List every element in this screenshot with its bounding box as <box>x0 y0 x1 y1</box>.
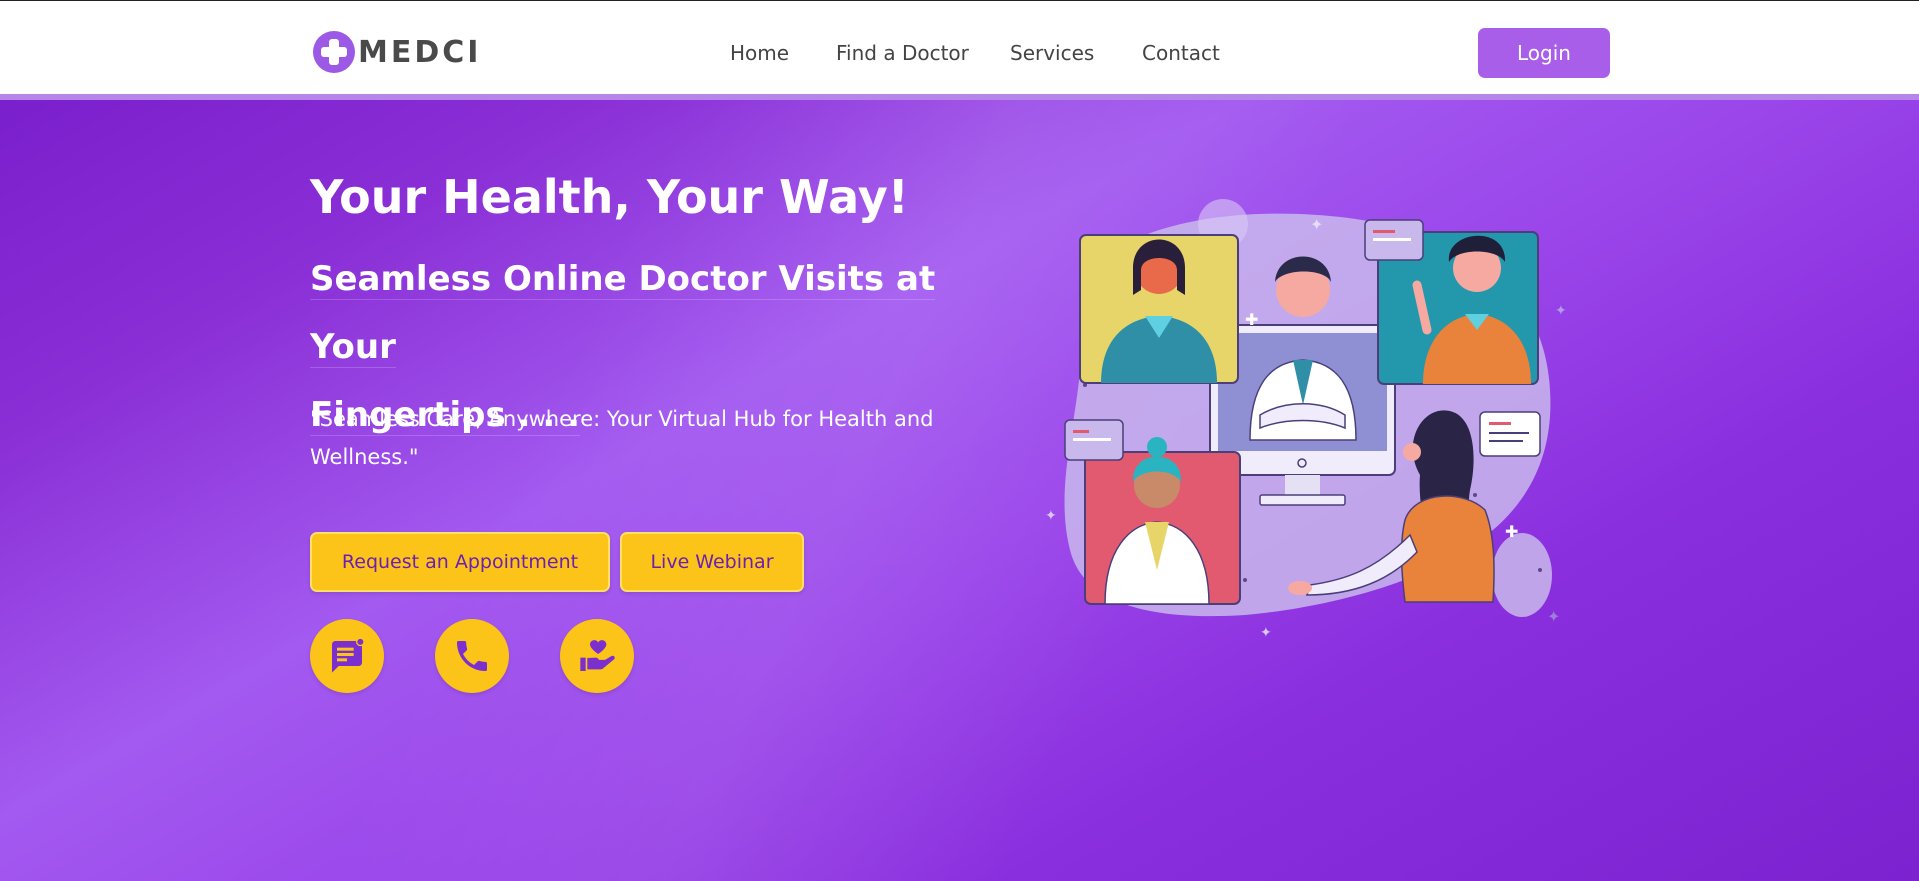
svg-text:✦: ✦ <box>1547 607 1560 626</box>
svg-text:✚: ✚ <box>1245 310 1258 329</box>
phone-button[interactable] <box>435 619 509 693</box>
medical-cross-icon <box>313 31 355 73</box>
hero-section: Your Health, Your Way! Seamless Online D… <box>0 100 1919 881</box>
telemedicine-video-call-illustration: ✦ ✦ ✦ ✦ ✦ ✚ ✚ <box>1045 199 1567 640</box>
svg-text:✦: ✦ <box>1045 508 1057 524</box>
nav-link-find-a-doctor[interactable]: Find a Doctor <box>836 41 969 65</box>
live-webinar-button[interactable]: Live Webinar <box>620 532 804 592</box>
navbar: MEDCI Home Find a Doctor Services Contac… <box>0 0 1919 94</box>
request-appointment-button[interactable]: Request an Appointment <box>310 532 610 592</box>
nav-link-services[interactable]: Services <box>1010 41 1094 65</box>
svg-text:✦: ✦ <box>1260 625 1272 640</box>
care-button[interactable] <box>560 619 634 693</box>
nav-link-contact[interactable]: Contact <box>1142 41 1220 65</box>
brand-logo[interactable]: MEDCI <box>313 29 481 75</box>
chat-icon <box>332 637 365 673</box>
nav-link-home[interactable]: Home <box>730 41 789 65</box>
navbar-accent-bar <box>0 94 1919 100</box>
login-button[interactable]: Login <box>1478 28 1610 78</box>
brand-name: MEDCI <box>358 34 482 70</box>
chat-button[interactable] <box>310 619 384 693</box>
hand-heart-icon <box>580 640 615 671</box>
hero-background-sheen <box>0 100 1919 881</box>
hero-headline: Your Health, Your Way! <box>310 170 909 224</box>
phone-icon <box>457 641 487 671</box>
svg-text:✦: ✦ <box>1310 215 1323 234</box>
hero-subheading-line1: Seamless Online Doctor Visits at Your <box>310 259 936 368</box>
svg-text:✚: ✚ <box>1505 522 1518 541</box>
hero-tagline: "Seamless Care, Anywhere: Your Virtual H… <box>310 407 934 469</box>
svg-text:✦: ✦ <box>1555 303 1567 319</box>
